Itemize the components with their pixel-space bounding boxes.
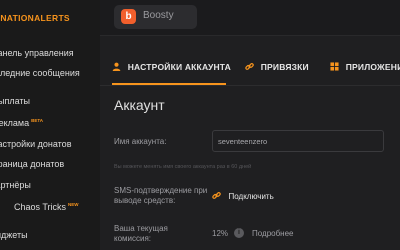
sidebar-item-donation-settings[interactable]: Настройки донатов	[0, 137, 71, 151]
sidebar-item-chaos-tricks[interactable]: Chaos Tricks NEW	[14, 198, 79, 212]
tab-label: НАСТРОЙКИ АККАУНТА	[127, 62, 231, 72]
sidebar-item-recent-messages[interactable]: Последние сообщения	[0, 66, 80, 80]
brand-logo-text: DONATIONALERTS	[0, 13, 70, 23]
sidebar-item-label: Страница донатов	[0, 159, 65, 169]
sidebar-item-payouts[interactable]: Выплаты	[0, 94, 30, 108]
brand-logo[interactable]: DONATIONALERTS	[0, 13, 70, 23]
sms-connect-label: Подключить	[228, 192, 274, 201]
tab-label: ПРИВЯЗКИ	[260, 62, 309, 72]
account-name-label: Имя аккаунта:	[114, 137, 167, 146]
sidebar-item-label: Реклама	[0, 118, 30, 128]
sidebar-item-widgets[interactable]: Виджеты	[0, 228, 28, 242]
sidebar-item-label: Последние сообщения	[0, 68, 80, 78]
commission-value: 12%	[212, 229, 229, 238]
boosty-button[interactable]: b Boosty	[114, 5, 197, 29]
top-bar: b Boosty	[100, 0, 400, 36]
boosty-label: Boosty	[143, 10, 174, 21]
sidebar: DONATIONALERTS Панель управления Последн…	[0, 0, 100, 250]
settings-tabs: НАСТРОЙКИ АККАУНТА ПРИВЯЗКИ ПРИЛОЖЕНИЯ	[100, 52, 400, 86]
sidebar-item-ads[interactable]: РекламаBETA	[0, 114, 43, 128]
sidebar-item-label: Панель управления	[0, 48, 74, 58]
link-icon	[245, 62, 257, 72]
boosty-icon: b	[121, 9, 136, 24]
main-content: b Boosty НАСТРОЙКИ АККАУНТА ПРИВЯЗКИ ПРИ…	[100, 0, 400, 250]
sidebar-item-partners[interactable]: Партнёры	[0, 178, 31, 192]
beta-badge: BETA	[31, 118, 44, 123]
tab-bindings[interactable]: ПРИВЯЗКИ	[245, 62, 309, 72]
active-tab-indicator	[112, 83, 226, 85]
user-icon	[112, 62, 124, 72]
info-icon[interactable]: i	[234, 228, 244, 238]
commission-label: Ваша текущая комиссия:	[114, 224, 168, 243]
sidebar-item-label: Chaos Tricks	[14, 202, 67, 212]
sidebar-item-label: Партнёры	[0, 180, 31, 190]
tab-applications[interactable]: ПРИЛОЖЕНИЯ	[330, 62, 400, 72]
link-icon	[212, 191, 224, 201]
new-badge: NEW	[68, 202, 79, 207]
sms-connect-button[interactable]: Подключить	[212, 191, 274, 201]
sidebar-item-label: Виджеты	[0, 230, 28, 240]
sidebar-item-dashboard[interactable]: Панель управления	[0, 46, 74, 60]
sidebar-item-label: Выплаты	[0, 96, 30, 106]
sidebar-item-label: Настройки донатов	[0, 139, 72, 149]
sidebar-item-donation-page[interactable]: Страница донатов	[0, 157, 64, 171]
account-name-hint: Вы можете менять имя своего аккаунта раз…	[114, 164, 252, 170]
section-title: Аккаунт	[114, 97, 165, 113]
sms-confirmation-label: SMS-подтверждение при выводе средств:	[114, 186, 208, 205]
commission-details-link[interactable]: Подробнее	[252, 229, 294, 238]
account-name-input[interactable]	[212, 130, 384, 152]
tab-account-settings[interactable]: НАСТРОЙКИ АККАУНТА	[112, 62, 231, 72]
apps-icon	[330, 62, 342, 72]
tab-label: ПРИЛОЖЕНИЯ	[345, 62, 400, 72]
